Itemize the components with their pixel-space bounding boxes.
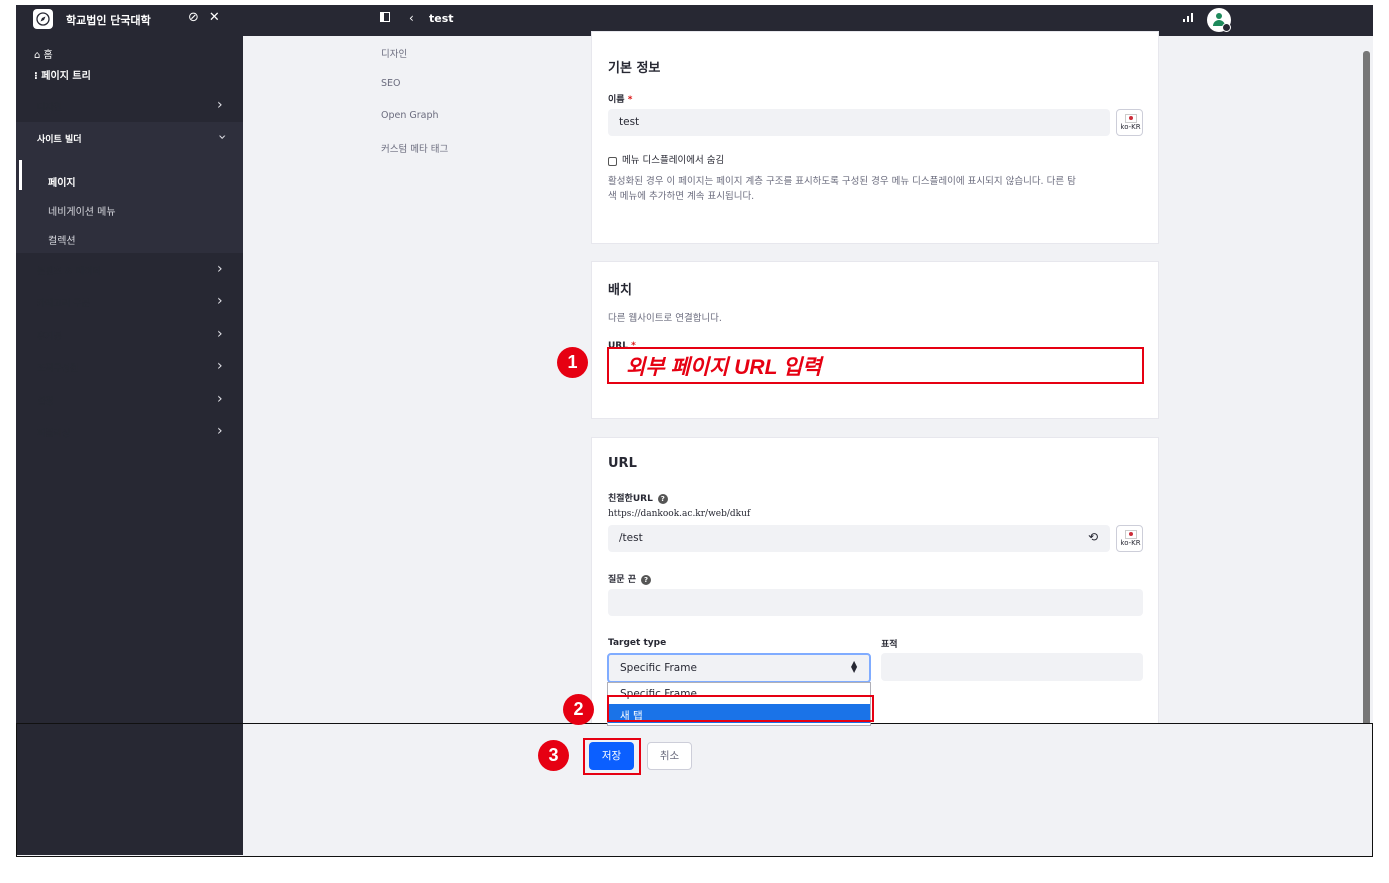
- chevron-right-icon: ›: [217, 97, 223, 113]
- sidebar-item-publishing[interactable]: 퍼블리싱 ›: [16, 416, 243, 448]
- query-string-input[interactable]: [608, 589, 1143, 616]
- chevron-right-icon: ›: [217, 391, 223, 407]
- language-selector[interactable]: ko-KR: [1116, 109, 1143, 136]
- hide-help-text-2: 색 메뉴에 추가하면 계속 표시됩니다.: [608, 191, 755, 202]
- cancel-button[interactable]: 취소: [647, 742, 692, 770]
- nav-link-seo[interactable]: SEO: [381, 78, 401, 89]
- target-label: 표적: [881, 640, 898, 650]
- chevron-down-icon: ›: [213, 134, 230, 140]
- site-title: 학교법인 단국대학: [66, 14, 151, 27]
- language-selector-url[interactable]: ko-KR: [1116, 525, 1143, 552]
- tree-icon: ⁝: [34, 71, 38, 82]
- annotation-box-2: [607, 695, 874, 722]
- compass-icon[interactable]: ⊘: [188, 10, 199, 25]
- user-avatar[interactable]: [1207, 8, 1231, 32]
- app-window: 학교법인 단국대학 ⊘ ✕ ⌂ 홈 ⁝ 페이지 트리 디자인 › 사이트 빌더 › 페…: [16, 5, 1373, 857]
- korea-flag-icon: [1125, 530, 1137, 539]
- sidebar-header: 학교법인 단국대학 ⊘ ✕: [16, 5, 243, 36]
- sidebar-page-tree-link[interactable]: ⁝ 페이지 트리: [34, 67, 91, 82]
- site-builder-submenu: 페이지 네비게이션 메뉴 컬렉션: [16, 157, 243, 253]
- page-title: test: [429, 12, 454, 25]
- restore-icon[interactable]: ⟲: [1088, 530, 1098, 544]
- name-input[interactable]: test: [608, 109, 1110, 136]
- hide-help-text-1: 활성화된 경우 이 페이지는 페이지 계층 구조를 표시하도록 구성된 경우 메…: [608, 176, 1076, 187]
- query-string-label: 질문 끈?: [608, 572, 651, 585]
- sidebar-item-design[interactable]: 디자인 ›: [16, 90, 243, 122]
- back-icon[interactable]: ‹: [409, 11, 414, 25]
- active-indicator: [19, 160, 22, 190]
- placement-heading: 배치: [608, 283, 632, 298]
- select-arrows-icon: ▲ ▼: [851, 659, 858, 674]
- placement-description: 다른 웹사이트로 연결합니다.: [608, 313, 722, 324]
- help-icon[interactable]: ?: [640, 574, 651, 585]
- korea-flag-icon: [1125, 114, 1137, 123]
- chevron-right-icon: ›: [217, 293, 223, 309]
- chevron-right-icon: ›: [217, 261, 223, 277]
- annotation-text-1: 외부 페이지 URL 입력: [626, 356, 822, 379]
- home-icon: ⌂: [34, 50, 41, 61]
- form-actions-bar: [16, 723, 1373, 857]
- base-url-text: https://dankook.ac.kr/web/dkuf: [608, 509, 751, 519]
- basic-info-heading: 기본 정보: [608, 61, 661, 76]
- friendly-url-input[interactable]: /test ⟲: [608, 525, 1110, 552]
- sidebar-item-settings[interactable]: 설정 ›: [16, 384, 243, 416]
- sidebar-item-site-builder[interactable]: 사이트 빌더 ›: [16, 122, 243, 157]
- annotation-badge-3: 3: [538, 740, 569, 771]
- sidebar-item-categories[interactable]: 카테고리 구분 ›: [16, 286, 243, 318]
- sidebar-subitem-pages[interactable]: 페이지: [48, 174, 76, 189]
- annotation-box-3: [583, 738, 641, 775]
- nav-link-open-graph[interactable]: Open Graph: [381, 110, 439, 121]
- sidebar-home-link[interactable]: ⌂ 홈: [34, 46, 53, 61]
- target-type-label: Target type: [608, 638, 667, 648]
- close-icon[interactable]: ✕: [209, 10, 220, 25]
- chevron-right-icon: ›: [217, 326, 223, 342]
- annotation-badge-2: 2: [563, 694, 594, 725]
- hide-from-menu-checkbox[interactable]: [608, 157, 617, 166]
- target-input[interactable]: [881, 653, 1143, 681]
- panel-toggle-icon[interactable]: [380, 12, 390, 22]
- analytics-icon[interactable]: [1183, 12, 1194, 25]
- sidebar-bottom: [17, 724, 243, 855]
- friendly-url-label: 친절한URL?: [608, 491, 668, 504]
- name-label: 이름 *: [608, 95, 633, 105]
- placement-card: 배치 다른 웹사이트로 연결합니다. URL *: [591, 261, 1159, 419]
- sidebar-item-content-data[interactable]: 콘텐츠 & 데이터 ›: [16, 254, 243, 286]
- sidebar-subitem-navigation-menu[interactable]: 네비게이션 메뉴: [48, 203, 116, 218]
- target-type-select[interactable]: Specific Frame ▲ ▼: [607, 653, 871, 683]
- hide-from-menu-label: 메뉴 디스플레이에서 숨김: [622, 155, 725, 166]
- nav-link-custom-meta-tags[interactable]: 커스텀 메타 태그: [381, 141, 448, 155]
- help-icon[interactable]: ?: [657, 493, 668, 504]
- chevron-right-icon: ›: [217, 423, 223, 439]
- sidebar-item-recycle-bin[interactable]: 휴지통 ›: [16, 319, 243, 351]
- sidebar-subitem-collections[interactable]: 컬렉션: [48, 232, 76, 247]
- compass-logo-icon: [33, 9, 53, 29]
- annotation-badge-1: 1: [557, 347, 588, 378]
- nav-link-design[interactable]: 디자인: [381, 46, 407, 60]
- basic-info-card: 기본 정보 이름 * test ko-KR 메뉴 디스플레이에서 숨김 활성화된…: [591, 31, 1159, 244]
- sidebar-item-members[interactable]: 조직구성원 ›: [16, 351, 243, 383]
- chevron-right-icon: ›: [217, 358, 223, 374]
- url-heading: URL: [608, 456, 637, 471]
